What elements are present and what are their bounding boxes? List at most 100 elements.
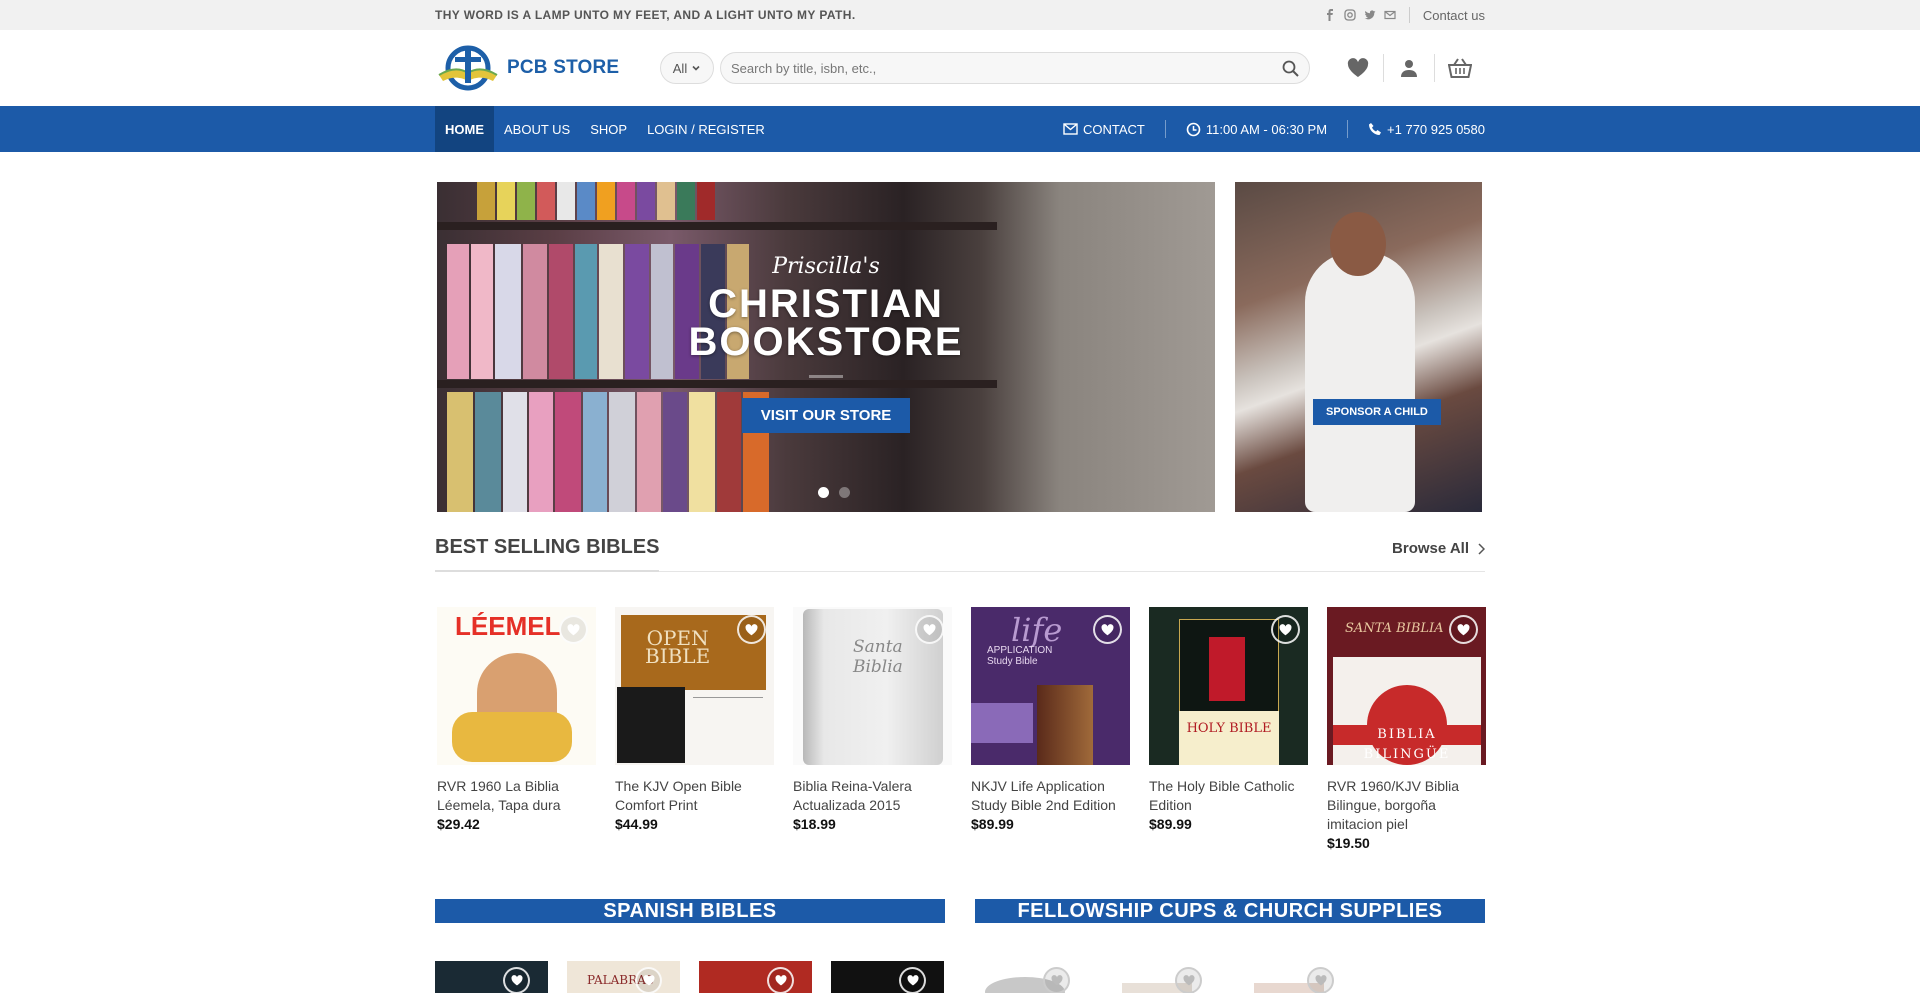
cart-button[interactable] [1435, 53, 1485, 83]
wishlist-toggle[interactable] [767, 967, 794, 993]
wishlist-toggle[interactable] [915, 615, 944, 644]
email-icon[interactable] [1384, 9, 1396, 21]
nav-phone[interactable]: +1 770 925 0580 [1368, 122, 1485, 137]
product-name[interactable]: The KJV Open Bible Comfort Print [615, 777, 774, 815]
heart-icon [1457, 623, 1470, 635]
envelope-icon [1063, 123, 1078, 135]
tagline: THY WORD IS A LAMP UNTO MY FEET, AND A L… [435, 8, 856, 22]
logo-emblem-icon [438, 45, 498, 91]
heart-icon [1314, 975, 1327, 986]
visit-our-store-button[interactable]: VISIT OUR STORE [741, 398, 911, 433]
wishlist-toggle[interactable] [1043, 967, 1070, 993]
account-button[interactable] [1384, 53, 1434, 83]
user-icon [1401, 60, 1417, 77]
top-bar: THY WORD IS A LAMP UNTO MY FEET, AND A L… [0, 0, 1920, 30]
cover-art [452, 712, 572, 762]
banner-face [1330, 212, 1386, 276]
product-card[interactable]: Santa Biblia Biblia Reina-Valera Actuali… [793, 607, 952, 851]
wishlist-toggle[interactable] [737, 615, 766, 644]
wishlist-toggle[interactable] [899, 967, 926, 993]
heart-icon [1050, 975, 1063, 986]
wishlist-toggle[interactable] [1307, 967, 1334, 993]
product-card[interactable]: life APPLICATION Study Bible NKJV Life Ap… [971, 607, 1130, 851]
category-select[interactable]: All [660, 52, 714, 84]
search-icon[interactable] [1282, 60, 1299, 77]
product-name[interactable]: Biblia Reina-Valera Actualizada 2015 [793, 777, 952, 815]
cover-art: APPLICATION Study Bible [987, 645, 1053, 667]
slider-dot-1[interactable] [818, 487, 829, 498]
product-thumb[interactable] [435, 961, 548, 993]
product-name[interactable]: RVR 1960/KJV Biblia Bilingue, borgoña im… [1327, 777, 1486, 834]
sponsor-banner[interactable]: SPONSOR A CHILD [1235, 182, 1482, 512]
nav-phone-label: +1 770 925 0580 [1387, 121, 1485, 137]
twitter-icon[interactable] [1364, 9, 1376, 21]
wishlist-toggle[interactable] [1271, 615, 1300, 644]
spanish-bibles-banner[interactable]: SPANISH BIBLES [435, 899, 945, 923]
banner-figure [1305, 252, 1415, 512]
product-name[interactable]: NKJV Life Application Study Bible 2nd Ed… [971, 777, 1130, 815]
heart-icon [923, 623, 936, 635]
product-thumb[interactable] [831, 961, 944, 993]
clock-icon [1186, 122, 1201, 136]
search-input[interactable]: Search by title, isbn, etc., [720, 52, 1310, 84]
product-price: $89.99 [971, 816, 1014, 832]
nav-item-home[interactable]: HOME [435, 106, 494, 152]
heart-icon [1182, 975, 1195, 986]
product-thumb[interactable]: PALABRAS [567, 961, 680, 993]
nav-item-shop[interactable]: SHOP [580, 106, 637, 152]
product-thumb[interactable] [1107, 961, 1220, 993]
instagram-icon[interactable] [1344, 9, 1356, 21]
wishlist-toggle[interactable] [1175, 967, 1202, 993]
product-name[interactable]: The Holy Bible Catholic Edition [1149, 777, 1308, 815]
product-image[interactable]: HOLY BIBLE [1149, 607, 1308, 765]
slider-dot-2[interactable] [839, 487, 850, 498]
browse-all-link[interactable]: Browse All [1392, 540, 1485, 557]
fellowship-banner[interactable]: FELLOWSHIP CUPS & CHURCH SUPPLIES [975, 899, 1485, 923]
product-card[interactable]: HOLY BIBLE The Holy Bible Catholic Editi… [1149, 607, 1308, 851]
nav-hours-label: 11:00 AM - 06:30 PM [1205, 121, 1328, 137]
logo[interactable]: PCB STORE [435, 38, 625, 98]
product-image[interactable]: Santa Biblia [793, 607, 952, 765]
search-bar: All Search by title, isbn, etc., [660, 52, 1310, 84]
product-image[interactable]: SANTA BIBLIA BIBLIA BILINGÜE [1327, 607, 1486, 765]
spanish-bibles-section: SPANISH BIBLES PALABRAS [435, 899, 945, 993]
cover-art [971, 703, 1033, 743]
wishlist-toggle[interactable] [503, 967, 530, 993]
slide-title-line2: BOOKSTORE [688, 320, 964, 364]
product-card[interactable]: OPEN BIBLE The KJV Open Bible Comfort Pri… [615, 607, 774, 851]
best-selling-header: BEST SELLING BIBLES Browse All [435, 536, 1485, 572]
nav-item-login-register[interactable]: LOGIN / REGISTER [637, 106, 775, 152]
cover-art [693, 697, 763, 737]
wishlist-toggle[interactable] [559, 615, 588, 644]
cover-art: OPEN BIBLE [645, 626, 711, 668]
slide-content: Priscilla's CHRISTIAN BOOKSTORE VISIT OU… [437, 182, 1215, 512]
wishlist-toggle[interactable] [1093, 615, 1122, 644]
product-image[interactable]: LÉEMEL [437, 607, 596, 765]
heart-icon [510, 975, 523, 986]
cover-art: Santa Biblia [853, 637, 903, 677]
product-thumb[interactable] [1239, 961, 1352, 993]
product-image[interactable]: life APPLICATION Study Bible [971, 607, 1130, 765]
contact-us-link[interactable]: Contact us [1423, 8, 1485, 23]
product-thumb[interactable] [975, 961, 1088, 993]
slide-title-line1: CHRISTIAN [708, 282, 944, 326]
category-sections: SPANISH BIBLES PALABRAS FELLOWSHIP CUPS … [435, 899, 1485, 993]
wishlist-button[interactable] [1333, 53, 1383, 83]
hero-slider[interactable]: Priscilla's CHRISTIAN BOOKSTORE VISIT OU… [437, 182, 1215, 512]
logo-text: PCB STORE [507, 57, 620, 78]
product-name[interactable]: RVR 1960 La Biblia Léemela, Tapa dura [437, 777, 596, 815]
fellowship-section: FELLOWSHIP CUPS & CHURCH SUPPLIES [975, 899, 1485, 993]
wishlist-toggle[interactable] [1449, 615, 1478, 644]
product-price: $44.99 [615, 816, 658, 832]
wishlist-toggle[interactable] [635, 967, 662, 993]
heart-icon [642, 975, 655, 986]
product-card[interactable]: SANTA BIBLIA BIBLIA BILINGÜE RVR 1960/KJ… [1327, 607, 1486, 851]
nav-item-about-us[interactable]: ABOUT US [494, 106, 580, 152]
cover-art: HOLY BIBLE [1179, 711, 1279, 765]
product-card[interactable]: LÉEMEL RVR 1960 La Biblia Léemela, Tapa … [437, 607, 596, 851]
sponsor-a-child-button[interactable]: SPONSOR A CHILD [1313, 399, 1441, 425]
product-image[interactable]: OPEN BIBLE [615, 607, 774, 765]
facebook-icon[interactable] [1324, 9, 1336, 21]
product-thumb[interactable] [699, 961, 812, 993]
nav-contact[interactable]: CONTACT [1063, 122, 1145, 137]
